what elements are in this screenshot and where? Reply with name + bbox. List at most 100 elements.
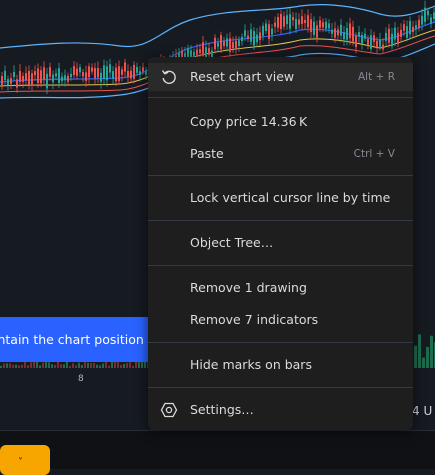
candle-body: [49, 67, 51, 77]
volume-bar: [39, 365, 41, 368]
candle-body: [73, 66, 75, 76]
candle-body: [280, 13, 282, 29]
menu-item-hide-marks[interactable]: Hide marks on bars: [148, 351, 413, 379]
volume-bar: [75, 365, 77, 368]
volume-bar: [93, 362, 95, 368]
volume-bar: [117, 362, 119, 368]
time-axis-label-right: 4 U: [412, 404, 433, 418]
volume-bar: [430, 335, 433, 368]
volume-bar: [15, 364, 17, 368]
candle-body: [298, 19, 300, 25]
volume-bar: [99, 365, 101, 368]
candle-body: [268, 24, 270, 39]
bottom-toolbar: [0, 430, 435, 469]
menu-item-settings[interactable]: Settings…: [148, 396, 413, 424]
menu-item-label: Object Tree…: [190, 235, 274, 250]
volume-bar: [111, 361, 113, 368]
candle-body: [406, 26, 408, 38]
candle-body: [61, 76, 63, 82]
reset-icon: [161, 70, 176, 84]
candle-body: [28, 70, 30, 85]
candle-body: [19, 70, 21, 83]
dropdown-chip[interactable]: ˅: [0, 445, 50, 475]
candle-body: [91, 67, 93, 72]
volume-bar: [138, 361, 140, 368]
candle-body: [1, 76, 3, 85]
candle-body: [409, 21, 411, 35]
menu-item-reset-chart-view[interactable]: Reset chart view Alt + R: [148, 63, 413, 91]
candle-body: [295, 19, 297, 30]
candle-body: [397, 32, 399, 45]
menu-separator: [148, 220, 413, 221]
menu-item-object-tree[interactable]: Object Tree…: [148, 229, 413, 257]
menu-item-copy-price[interactable]: Copy price 14.36 K: [148, 108, 413, 136]
candle-body: [349, 23, 351, 39]
candle-body: [13, 72, 15, 78]
candle-body: [46, 73, 48, 89]
volume-bar: [57, 361, 59, 368]
volume-bar: [42, 362, 44, 368]
candle-body: [253, 31, 255, 46]
notification-toast[interactable]: intain the chart position: [0, 317, 149, 362]
candle-body: [415, 25, 417, 30]
volume-bar: [12, 364, 14, 368]
candle-body: [133, 64, 135, 79]
candle-body: [223, 41, 225, 47]
candle-body: [385, 32, 387, 41]
candle-body: [247, 35, 249, 39]
candle-body: [313, 21, 315, 35]
menu-item-label: Settings…: [190, 402, 254, 417]
volume-bar: [78, 362, 80, 368]
candle-body: [85, 72, 87, 81]
candle-body: [340, 24, 342, 36]
candle-body: [307, 15, 309, 28]
candle-body: [208, 48, 210, 55]
volume-bar: [114, 361, 116, 368]
candle-body: [364, 33, 366, 39]
candle-body: [10, 78, 12, 84]
menu-item-label: Reset chart view: [190, 69, 295, 84]
menu-item-remove-drawing[interactable]: Remove 1 drawing: [148, 274, 413, 302]
volume-bar: [126, 362, 128, 368]
volume-bar: [90, 362, 92, 368]
candle-body: [58, 68, 60, 84]
menu-item-lock-vertical-cursor[interactable]: Lock vertical cursor line by time: [148, 184, 413, 212]
candle-body: [370, 35, 372, 49]
candle-body: [259, 32, 261, 41]
candle-body: [328, 23, 330, 29]
menu-item-remove-indicators[interactable]: Remove 7 indicators: [148, 306, 413, 334]
volume-bar: [18, 365, 20, 368]
candle-body: [265, 23, 267, 32]
candle-body: [430, 17, 432, 24]
candle-body: [127, 70, 129, 77]
volume-bar: [33, 361, 35, 368]
candle-body: [412, 26, 414, 32]
volume-bar: [45, 361, 47, 368]
chevron-down-icon: ˅: [18, 457, 23, 468]
candle-body: [244, 30, 246, 37]
candle-body: [16, 79, 18, 88]
candle-body: [283, 16, 285, 27]
volume-bar: [6, 363, 8, 368]
candle-body: [22, 76, 24, 82]
candle-body: [226, 38, 228, 47]
candle-body: [358, 32, 360, 37]
candle-body: [355, 36, 357, 48]
settings-icon: [160, 402, 178, 418]
menu-item-paste[interactable]: Paste Ctrl + V: [148, 140, 413, 168]
candle-body: [37, 68, 39, 83]
candle-body: [262, 25, 264, 36]
candle-body: [40, 70, 42, 84]
volume-bar: [0, 365, 2, 368]
candle-body: [139, 71, 141, 75]
volume-bar: [132, 365, 134, 368]
candle-body: [124, 62, 126, 72]
candle-body: [202, 42, 204, 56]
menu-separator: [148, 265, 413, 266]
menu-item-shortcut: Alt + R: [358, 71, 395, 83]
candle-body: [55, 73, 57, 77]
volume-bar: [72, 363, 74, 368]
candle-body: [136, 66, 138, 73]
candle-body: [421, 15, 423, 25]
menu-item-label: Lock vertical cursor line by time: [190, 190, 391, 205]
